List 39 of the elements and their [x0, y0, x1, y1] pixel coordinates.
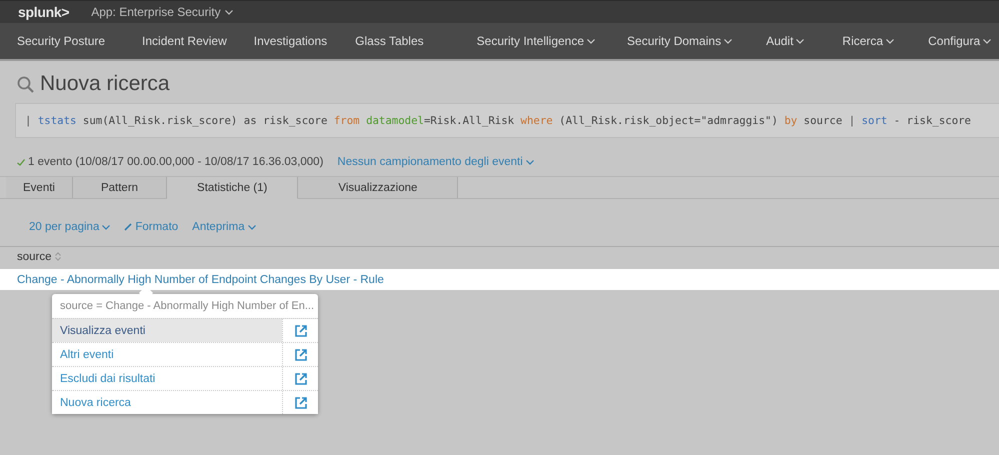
chevron-down-icon	[983, 38, 992, 44]
nav-menu-item[interactable]: Security Posture	[17, 34, 106, 48]
chevron-down-icon	[248, 224, 256, 230]
chevron-down-icon	[526, 160, 534, 164]
results-tab[interactable]: Eventi	[6, 177, 73, 198]
column-header[interactable]: source	[17, 250, 52, 262]
pencil-icon	[124, 223, 132, 231]
nav-menu-item[interactable]: Ricerca	[842, 34, 894, 48]
nav-menu-item[interactable]: Security Domains	[627, 34, 732, 48]
results-tab[interactable]: Pattern	[72, 177, 168, 198]
nav-menu-item[interactable]: Glass Tables	[355, 34, 424, 48]
chevron-down-icon	[102, 224, 110, 230]
check-icon	[17, 158, 25, 166]
nav-menu-item[interactable]: Configura	[928, 34, 992, 48]
splunk-logo[interactable]: splunk>	[18, 4, 70, 20]
nav-menu-item[interactable]: Investigations	[254, 34, 328, 48]
popup-menu-item[interactable]: Nuova ricerca	[52, 391, 282, 414]
chevron-down-icon	[224, 10, 233, 14]
search-query-field[interactable]: | tstats sum(All_Risk.risk_score) as risk_score from datamodel=Risk.All_Risk where (All_Risk.risk_object="admraggis") by source | sort - risk_score	[15, 103, 999, 138]
popup-header: source = Change - Abnormally High Number of En...	[59, 299, 316, 314]
event-count: 1 evento (10/08/17 00.00.00,000 - 10/08/17 16.36.03,000)	[17, 156, 324, 168]
external-link-icon[interactable]	[294, 396, 306, 408]
chevron-down-icon	[886, 38, 894, 44]
results-tab[interactable]: Visualizzazione	[298, 177, 458, 198]
chevron-down-icon	[724, 38, 732, 44]
nav-menu-item[interactable]: Audit	[766, 34, 804, 48]
external-link-icon[interactable]	[294, 324, 306, 336]
nav-menu-item[interactable]: Incident Review	[142, 34, 227, 48]
results-tab[interactable]: Statistiche (1)	[167, 177, 298, 199]
external-link-icon[interactable]	[294, 372, 306, 384]
app-menu[interactable]: App: Enterprise Security	[91, 5, 233, 19]
chevron-down-icon	[587, 38, 596, 44]
popup-menu-item[interactable]: Altri eventi	[52, 343, 282, 366]
nav-menu-item[interactable]: Security Intelligence	[476, 34, 596, 48]
popup-menu-item[interactable]: Escludi dai risultati	[52, 367, 282, 390]
search-icon	[17, 76, 34, 92]
chevron-down-icon	[796, 38, 804, 44]
page-title: Nuova ricerca	[40, 72, 170, 96]
external-link-icon[interactable]	[294, 348, 306, 360]
